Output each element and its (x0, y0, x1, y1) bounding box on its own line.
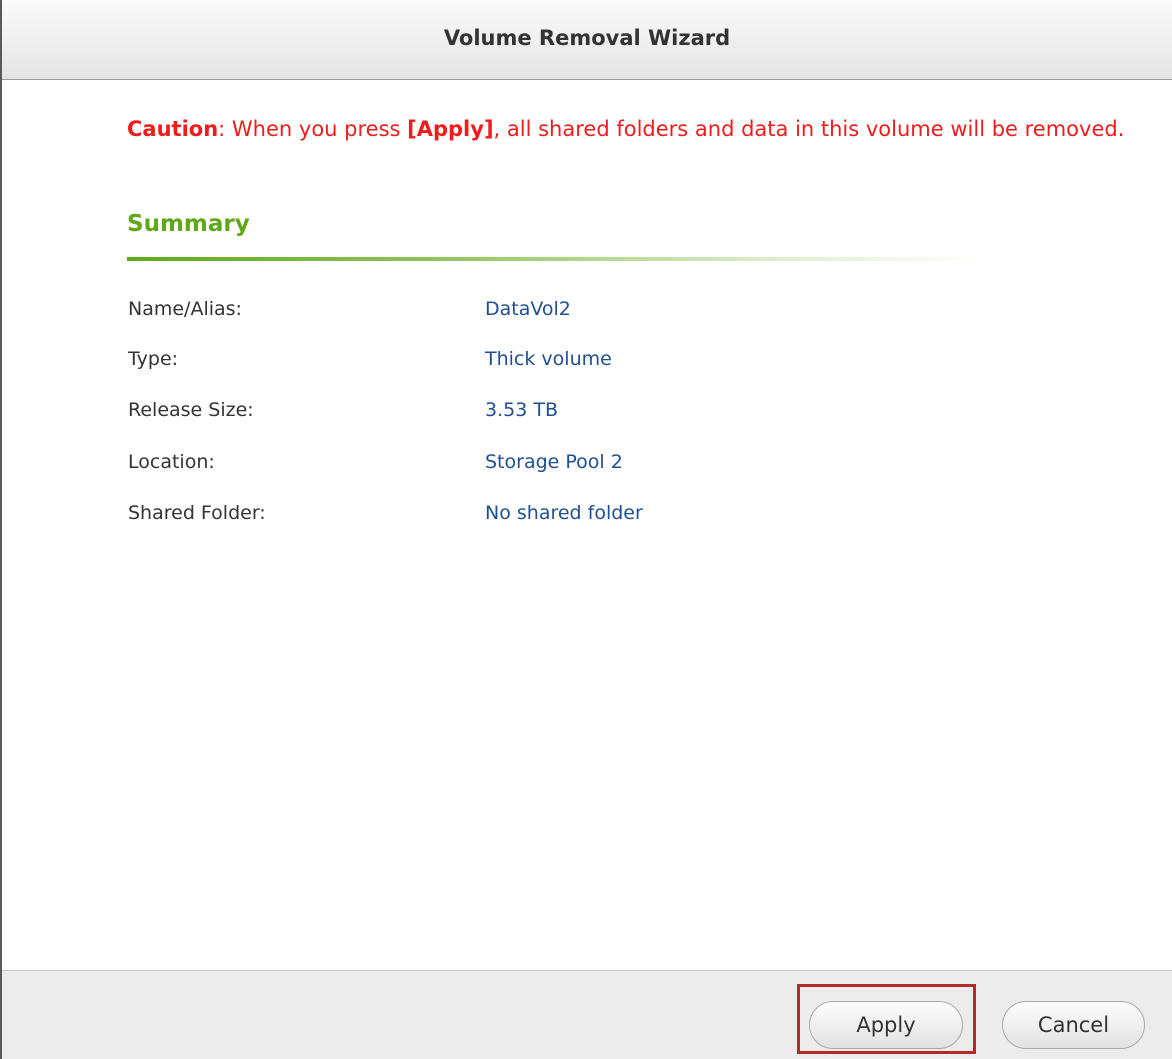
volume-removal-dialog: Volume Removal Wizard Caution: When you … (0, 0, 1172, 1059)
summary-heading: Summary (127, 211, 250, 237)
title-bar: Volume Removal Wizard (2, 0, 1172, 80)
summary-divider (127, 257, 987, 261)
location-value: Storage Pool 2 (485, 451, 623, 473)
cancel-button[interactable]: Cancel (1002, 1001, 1145, 1049)
dialog-footer (2, 970, 1172, 1059)
release-size-value: 3.53 TB (485, 399, 558, 421)
caution-text-2: , all shared folders and data in this vo… (493, 117, 1125, 141)
name-alias-label: Name/Alias: (128, 298, 242, 320)
location-label: Location: (128, 451, 215, 473)
name-alias-value: DataVol2 (485, 298, 571, 320)
release-size-label: Release Size: (128, 399, 254, 421)
shared-folder-label: Shared Folder: (128, 502, 266, 524)
type-value: Thick volume (485, 348, 612, 370)
caution-prefix: Caution (127, 117, 219, 141)
dialog-title: Volume Removal Wizard (443, 25, 731, 50)
type-label: Type: (128, 348, 179, 370)
caution-message: Caution: When you press [Apply], all sha… (127, 118, 1137, 140)
caution-apply-ref: [Apply] (407, 117, 494, 141)
caution-text-1: : When you press (218, 117, 408, 141)
apply-button[interactable]: Apply (809, 1001, 963, 1049)
shared-folder-value: No shared folder (485, 502, 643, 524)
